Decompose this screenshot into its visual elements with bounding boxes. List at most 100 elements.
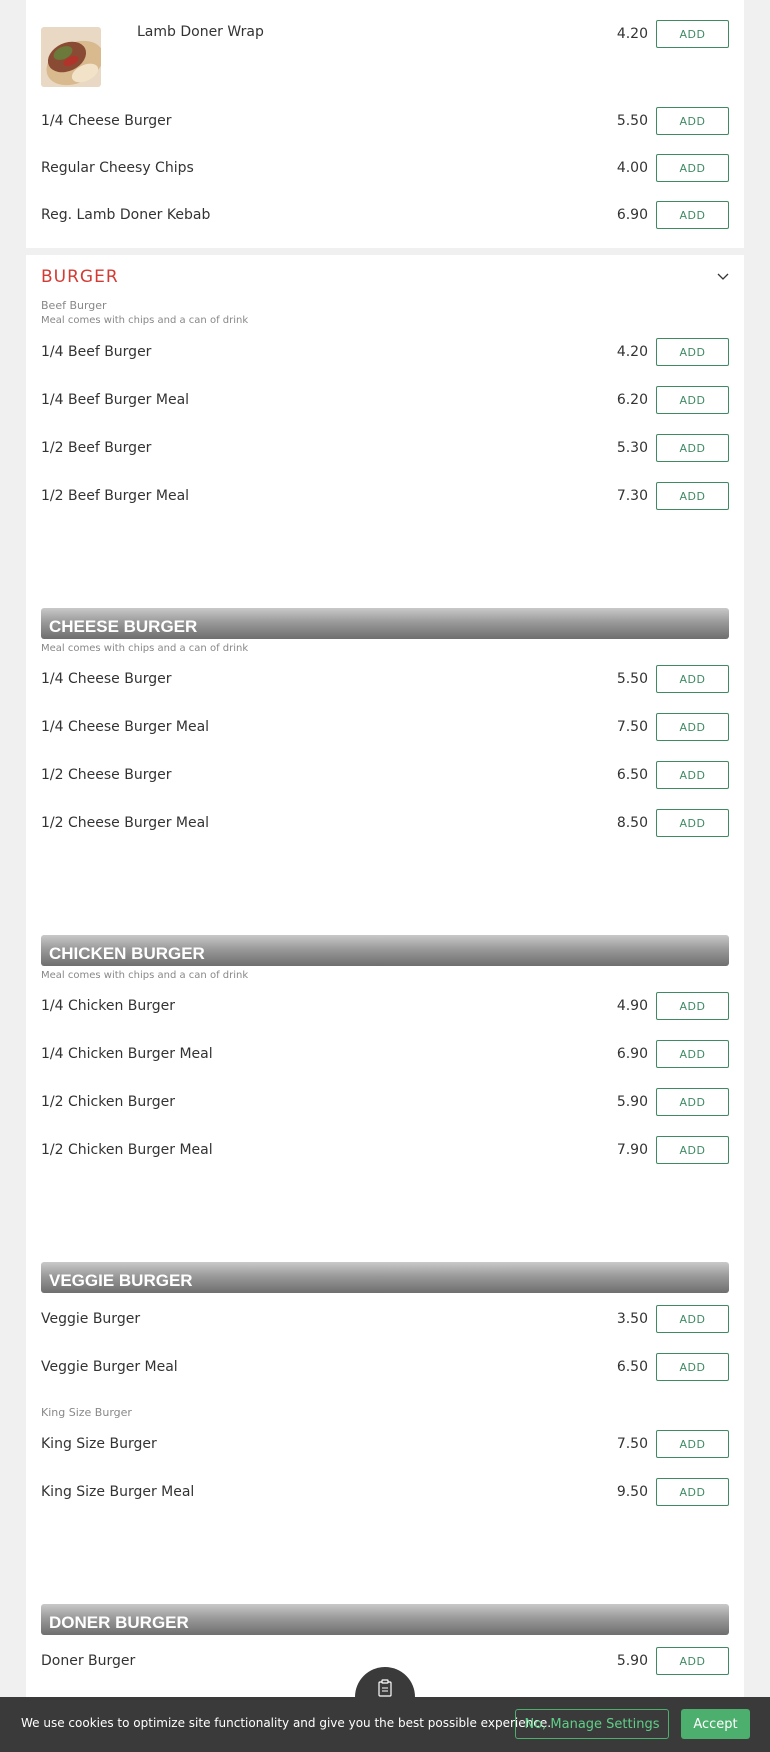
item-name: 1/2 Beef Burger Meal: [41, 488, 190, 504]
item-name: 1/4 Beef Burger: [41, 344, 152, 360]
item-name: King Size Burger Meal: [41, 1484, 195, 1500]
menu-item-row: King Size Burger Meal 9.50 ADD: [41, 1478, 729, 1514]
menu-item-row: King Size Burger 7.50 ADD: [41, 1430, 729, 1466]
add-button[interactable]: ADD: [656, 713, 729, 741]
item-price: 6.50: [616, 1359, 648, 1375]
burger-section-card: BURGER Beef Burger Meal comes with chips…: [26, 255, 744, 1752]
item-price: 5.90: [616, 1653, 648, 1669]
menu-item-row: 1/2 Cheese Burger Meal 8.50 ADD: [41, 809, 729, 845]
item-name: 1/2 Chicken Burger Meal: [41, 1142, 213, 1158]
add-button[interactable]: ADD: [656, 1088, 729, 1116]
item-name: 1/2 Beef Burger: [41, 440, 152, 456]
menu-item-row: 1/4 Cheese Burger 5.50 ADD: [41, 107, 729, 143]
add-button[interactable]: ADD: [656, 20, 729, 48]
category-banner-chicken-burger: CHICKEN BURGER: [41, 935, 729, 966]
chevron-down-icon[interactable]: [716, 269, 730, 283]
add-button[interactable]: ADD: [656, 1136, 729, 1164]
meal-note: Meal comes with chips and a can of drink: [41, 315, 249, 326]
menu-item-row: 1/2 Beef Burger Meal 7.30 ADD: [41, 482, 729, 518]
cookie-consent-bar: We use cookies to optimize site function…: [0, 1697, 770, 1752]
item-name: 1/2 Cheese Burger: [41, 767, 172, 783]
item-price: 7.30: [616, 488, 648, 504]
item-name: Reg. Lamb Doner Kebab: [41, 207, 211, 223]
item-price: 4.20: [616, 344, 648, 360]
item-name: 1/4 Cheese Burger: [41, 113, 172, 129]
group-subtitle: Beef Burger: [41, 299, 107, 312]
add-button[interactable]: ADD: [656, 1430, 729, 1458]
item-name: 1/2 Cheese Burger Meal: [41, 815, 210, 831]
item-price: 4.20: [616, 26, 648, 42]
add-button[interactable]: ADD: [656, 482, 729, 510]
add-button[interactable]: ADD: [656, 1647, 729, 1675]
item-name: Veggie Burger: [41, 1311, 141, 1327]
item-name: 1/4 Beef Burger Meal: [41, 392, 190, 408]
menu-item-row: 1/4 Beef Burger Meal 6.20 ADD: [41, 386, 729, 422]
section-title[interactable]: BURGER: [41, 267, 119, 287]
menu-item-row: 1/4 Cheese Burger 5.50 ADD: [41, 665, 729, 701]
item-name: 1/4 Chicken Burger Meal: [41, 1046, 213, 1062]
item-price: 7.90: [616, 1142, 648, 1158]
item-price: 4.00: [616, 160, 648, 176]
menu-item-row: Veggie Burger 3.50 ADD: [41, 1305, 729, 1341]
menu-item-row: Veggie Burger Meal 6.50 ADD: [41, 1353, 729, 1389]
add-button[interactable]: ADD: [656, 1478, 729, 1506]
manage-settings-button[interactable]: No, Manage Settings: [515, 1709, 669, 1739]
add-button[interactable]: ADD: [656, 434, 729, 462]
add-button[interactable]: ADD: [656, 1040, 729, 1068]
menu-item-row: Reg. Lamb Doner Kebab 6.90 ADD: [41, 201, 729, 237]
item-name: 1/2 Chicken Burger: [41, 1094, 176, 1110]
menu-item-row: 1/4 Chicken Burger 4.90 ADD: [41, 992, 729, 1028]
item-price: 6.90: [616, 207, 648, 223]
item-price: 4.90: [616, 998, 648, 1014]
add-button[interactable]: ADD: [656, 338, 729, 366]
add-button[interactable]: ADD: [656, 992, 729, 1020]
item-price: 3.50: [616, 1311, 648, 1327]
item-price: 6.50: [616, 767, 648, 783]
item-name: King Size Burger: [41, 1436, 157, 1452]
add-button[interactable]: ADD: [656, 809, 729, 837]
menu-item-row: 1/4 Chicken Burger Meal 6.90 ADD: [41, 1040, 729, 1076]
menu-item-row: 1/2 Chicken Burger Meal 7.90 ADD: [41, 1136, 729, 1172]
menu-item-row: 1/2 Beef Burger 5.30 ADD: [41, 434, 729, 470]
category-banner-veggie-burger: VEGGIE BURGER: [41, 1262, 729, 1293]
menu-item-row: 1/4 Cheese Burger Meal 7.50 ADD: [41, 713, 729, 749]
item-name: 1/4 Cheese Burger Meal: [41, 719, 210, 735]
category-banner-doner-burger: DONER BURGER: [41, 1604, 729, 1635]
add-button[interactable]: ADD: [656, 386, 729, 414]
item-name: 1/4 Chicken Burger: [41, 998, 176, 1014]
item-price: 9.50: [616, 1484, 648, 1500]
menu-item-row: 4.20 ADD: [41, 20, 729, 56]
cookie-message: We use cookies to optimize site function…: [21, 1716, 552, 1730]
menu-item-row: Regular Cheesy Chips 4.00 ADD: [41, 154, 729, 190]
add-button[interactable]: ADD: [656, 154, 729, 182]
item-price: 5.90: [616, 1094, 648, 1110]
item-price: 7.50: [616, 1436, 648, 1452]
menu-item-row: 1/2 Chicken Burger 5.90 ADD: [41, 1088, 729, 1124]
add-button[interactable]: ADD: [656, 1305, 729, 1333]
item-name: Doner Burger: [41, 1653, 136, 1669]
add-button[interactable]: ADD: [656, 1353, 729, 1381]
item-name: Veggie Burger Meal: [41, 1359, 178, 1375]
item-price: 6.90: [616, 1046, 648, 1062]
accept-cookies-button[interactable]: Accept: [681, 1709, 750, 1739]
order-icon: [378, 1679, 392, 1697]
menu-item-row: 1/4 Beef Burger 4.20 ADD: [41, 338, 729, 374]
add-button[interactable]: ADD: [656, 665, 729, 693]
item-price: 7.50: [616, 719, 648, 735]
menu-item-row: 1/2 Cheese Burger 6.50 ADD: [41, 761, 729, 797]
previous-section-card: Lamb Doner Wrap 4.20 ADD 1/4 Cheese Burg…: [26, 0, 744, 248]
item-price: 6.20: [616, 392, 648, 408]
item-price: 5.50: [616, 113, 648, 129]
add-button[interactable]: ADD: [656, 107, 729, 135]
meal-note: Meal comes with chips and a can of drink: [41, 643, 249, 654]
item-price: 5.50: [616, 671, 648, 687]
category-banner-cheese-burger: CHEESE BURGER: [41, 608, 729, 639]
item-name: 1/4 Cheese Burger: [41, 671, 172, 687]
item-name: Regular Cheesy Chips: [41, 160, 194, 176]
group-subtitle: King Size Burger: [41, 1406, 132, 1419]
meal-note: Meal comes with chips and a can of drink: [41, 970, 249, 981]
item-price: 8.50: [616, 815, 648, 831]
item-price: 5.30: [616, 440, 648, 456]
add-button[interactable]: ADD: [656, 201, 729, 229]
add-button[interactable]: ADD: [656, 761, 729, 789]
